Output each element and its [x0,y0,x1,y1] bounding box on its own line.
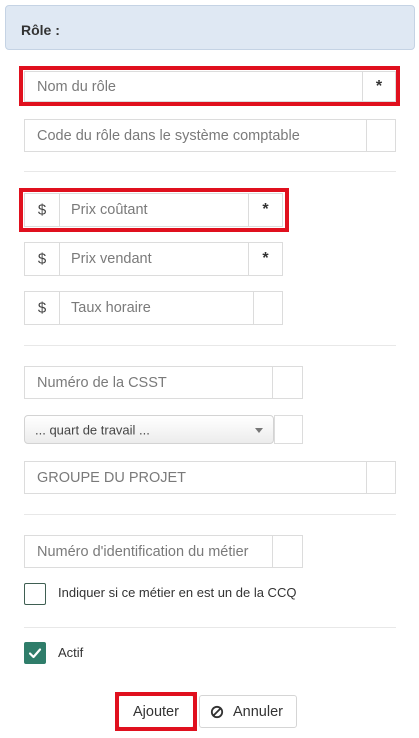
active-checkbox-label: Actif [58,645,84,660]
shift-select[interactable]: ... quart de travail ... [24,415,274,444]
csst-number-field[interactable]: Numéro de la CSST [24,366,303,399]
accounting-code-placeholder: Code du rôle dans le système comptable [37,127,300,144]
hourly-rate-placeholder: Taux horaire [71,300,151,316]
currency-addon: $ [25,243,60,275]
project-group-field[interactable]: GROUPE DU PROJET [24,461,396,494]
required-mark: * [262,250,269,267]
currency-addon: $ [25,292,60,324]
required-addon: * [248,243,282,275]
csst-number-placeholder: Numéro de la CSST [37,374,167,391]
accounting-code-addon [366,120,395,151]
sale-price-placeholder: Prix vendant [71,251,152,267]
sale-price-field[interactable]: $ Prix vendant * [24,242,283,276]
csst-number-addon [272,367,302,398]
hourly-rate-field[interactable]: $ Taux horaire [24,291,283,325]
ccq-checkbox[interactable] [24,583,46,605]
separator [24,345,396,346]
shift-select-addon [274,415,303,444]
ban-icon [210,705,224,719]
trade-id-field[interactable]: Numéro d'identification du métier [24,535,303,568]
active-checkbox[interactable] [24,642,46,664]
highlight-outline [19,66,400,106]
project-group-addon [366,462,395,493]
panel-title: Rôle : [21,22,60,38]
separator [24,514,396,515]
cancel-button-label: Annuler [233,703,283,720]
trade-id-addon [272,536,302,567]
cancel-button[interactable]: Annuler [199,695,297,728]
dollar-sign: $ [37,250,47,268]
separator [24,171,396,172]
hourly-rate-addon [253,292,282,324]
ccq-checkbox-label: Indiquer si ce métier en est un de la CC… [58,585,297,600]
highlight-outline [19,188,289,232]
highlight-outline [115,692,197,731]
checkmark-icon [28,648,42,659]
chevron-down-icon [255,428,263,433]
dollar-sign: $ [37,299,47,317]
shift-select-value: ... quart de travail ... [35,422,150,437]
trade-id-placeholder: Numéro d'identification du métier [37,543,249,560]
separator [24,627,396,628]
project-group-placeholder: GROUPE DU PROJET [37,469,187,486]
accounting-code-field[interactable]: Code du rôle dans le système comptable [24,119,396,152]
role-panel-header: Rôle : [5,5,415,50]
